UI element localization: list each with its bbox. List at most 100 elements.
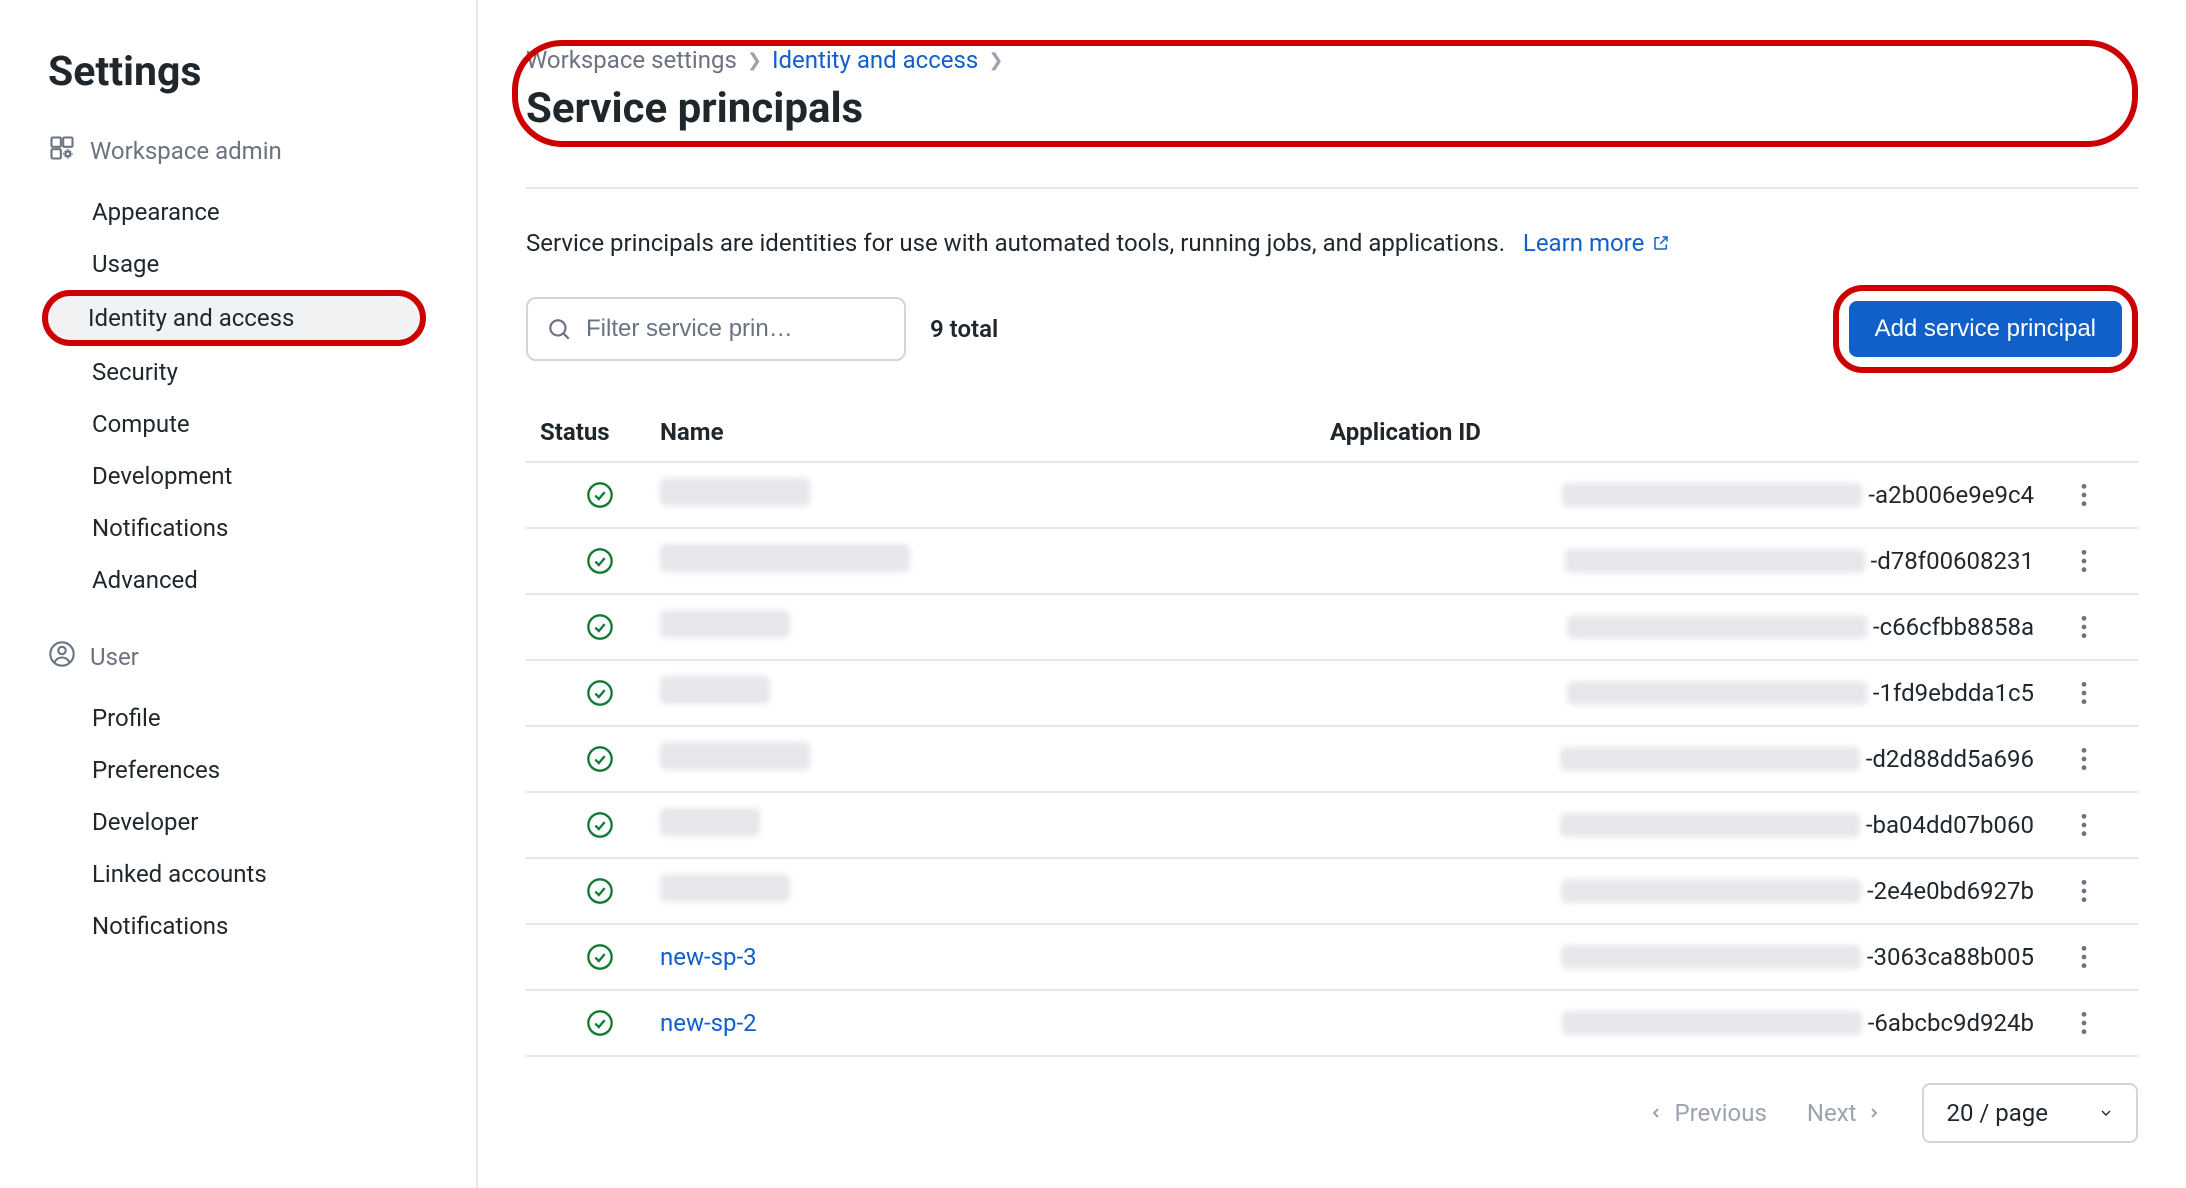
name-cell xyxy=(660,610,1330,644)
column-header-name[interactable]: Name xyxy=(660,418,1330,446)
table-header: Status Name Application ID xyxy=(526,403,2138,463)
divider xyxy=(526,187,2138,189)
name-cell xyxy=(660,874,1330,908)
appid-cell: -2e4e0bd6927b xyxy=(1330,877,2044,905)
sidebar-item-notifications[interactable]: Notifications xyxy=(48,900,446,952)
table-row: new-sp-2 -6abcbc9d924b xyxy=(526,991,2138,1057)
redacted-appid-prefix xyxy=(1561,945,1861,969)
filter-input[interactable] xyxy=(586,315,886,343)
pagination-prev-label: Previous xyxy=(1674,1099,1766,1127)
appid-cell: -3063ca88b005 xyxy=(1330,943,2044,971)
status-active-icon xyxy=(540,877,660,905)
service-principal-link[interactable]: new-sp-2 xyxy=(660,1009,757,1037)
description-text: Service principals are identities for us… xyxy=(526,229,1505,257)
appid-cell: -1fd9ebdda1c5 xyxy=(1330,679,2044,707)
sidebar-item-linked-accounts[interactable]: Linked accounts xyxy=(48,848,446,900)
table-row: -2e4e0bd6927b xyxy=(526,859,2138,925)
sidebar-section-header: User xyxy=(48,640,446,674)
row-actions-menu[interactable] xyxy=(2044,1010,2124,1036)
name-cell xyxy=(660,478,1330,512)
appid-cell: -d78f00608231 xyxy=(1330,547,2044,575)
table-row: -c66cfbb8858a xyxy=(526,595,2138,661)
add-service-principal-button[interactable]: Add service principal xyxy=(1849,301,2122,357)
table-row: -d78f00608231 xyxy=(526,529,2138,595)
sidebar-item-profile[interactable]: Profile xyxy=(48,692,446,744)
name-cell xyxy=(660,742,1330,776)
breadcrumb: Workspace settings ❯ Identity and access… xyxy=(526,46,2108,74)
row-actions-menu[interactable] xyxy=(2044,548,2124,574)
status-active-icon xyxy=(540,613,660,641)
page-title: Service principals xyxy=(526,84,2108,133)
table-row: new-sp-3 -3063ca88b005 xyxy=(526,925,2138,991)
settings-sidebar: Settings Workspace adminAppearanceUsageI… xyxy=(0,0,478,1188)
pagination: Previous Next 20 / page xyxy=(526,1083,2138,1143)
pagination-next-label: Next xyxy=(1807,1099,1857,1127)
name-cell xyxy=(660,676,1330,710)
page-header: Workspace settings ❯ Identity and access… xyxy=(512,40,2138,147)
service-principal-link[interactable]: new-sp-3 xyxy=(660,943,757,971)
row-actions-menu[interactable] xyxy=(2044,614,2124,640)
main-content: Workspace settings ❯ Identity and access… xyxy=(478,0,2186,1188)
filter-input-wrapper[interactable] xyxy=(526,297,906,361)
column-header-status[interactable]: Status xyxy=(540,418,660,446)
total-count-label: 9 total xyxy=(930,315,998,343)
breadcrumb-identity-access[interactable]: Identity and access xyxy=(772,46,978,74)
redacted-name xyxy=(660,676,770,704)
pagination-next[interactable]: Next xyxy=(1807,1099,1883,1127)
sidebar-item-compute[interactable]: Compute xyxy=(48,398,446,450)
status-active-icon xyxy=(540,1009,660,1037)
appid-suffix: -d2d88dd5a696 xyxy=(1866,745,2034,773)
row-actions-menu[interactable] xyxy=(2044,482,2124,508)
redacted-name xyxy=(660,742,810,770)
status-active-icon xyxy=(540,811,660,839)
pagination-previous[interactable]: Previous xyxy=(1648,1099,1766,1127)
external-link-icon xyxy=(1652,234,1670,252)
appid-suffix: -2e4e0bd6927b xyxy=(1867,877,2034,905)
sidebar-item-developer[interactable]: Developer xyxy=(48,796,446,848)
appid-cell: -d2d88dd5a696 xyxy=(1330,745,2044,773)
row-actions-menu[interactable] xyxy=(2044,746,2124,772)
sidebar-section-header: Workspace admin xyxy=(48,134,446,168)
sidebar-item-usage[interactable]: Usage xyxy=(48,238,446,290)
name-cell xyxy=(660,544,1330,578)
sidebar-section-label: User xyxy=(90,643,139,671)
sidebar-item-identity-and-access[interactable]: Identity and access xyxy=(42,290,426,346)
appid-cell: -6abcbc9d924b xyxy=(1330,1009,2044,1037)
appid-suffix: -c66cfbb8858a xyxy=(1873,613,2034,641)
status-active-icon xyxy=(540,745,660,773)
learn-more-link[interactable]: Learn more xyxy=(1523,229,1670,257)
breadcrumb-root[interactable]: Workspace settings xyxy=(526,46,737,74)
status-active-icon xyxy=(540,481,660,509)
row-actions-menu[interactable] xyxy=(2044,680,2124,706)
toolbar: 9 total Add service principal xyxy=(526,285,2138,373)
status-active-icon xyxy=(540,679,660,707)
row-actions-menu[interactable] xyxy=(2044,812,2124,838)
sidebar-item-appearance[interactable]: Appearance xyxy=(48,186,446,238)
sidebar-item-development[interactable]: Development xyxy=(48,450,446,502)
redacted-appid-prefix xyxy=(1562,483,1862,507)
sidebar-item-advanced[interactable]: Advanced xyxy=(48,554,446,606)
appid-suffix: -6abcbc9d924b xyxy=(1868,1009,2034,1037)
learn-more-label: Learn more xyxy=(1523,229,1644,257)
row-actions-menu[interactable] xyxy=(2044,944,2124,970)
redacted-name xyxy=(660,610,790,638)
table-row: -d2d88dd5a696 xyxy=(526,727,2138,793)
appid-cell: -c66cfbb8858a xyxy=(1330,613,2044,641)
redacted-appid-prefix xyxy=(1561,879,1861,903)
service-principals-table: Status Name Application ID -a2b006e9e9c4… xyxy=(526,403,2138,1057)
chevron-left-icon xyxy=(1648,1105,1664,1121)
status-active-icon xyxy=(540,547,660,575)
row-actions-menu[interactable] xyxy=(2044,878,2124,904)
sidebar-item-preferences[interactable]: Preferences xyxy=(48,744,446,796)
sidebar-item-notifications[interactable]: Notifications xyxy=(48,502,446,554)
page-size-select[interactable]: 20 / page xyxy=(1922,1083,2138,1143)
table-row: -ba04dd07b060 xyxy=(526,793,2138,859)
sidebar-item-security[interactable]: Security xyxy=(48,346,446,398)
column-header-appid[interactable]: Application ID xyxy=(1330,418,2044,446)
redacted-name xyxy=(660,874,790,902)
chevron-right-icon: ❯ xyxy=(988,50,1003,71)
table-row: -1fd9ebdda1c5 xyxy=(526,661,2138,727)
page-size-label: 20 / page xyxy=(1946,1099,2048,1127)
table-row: -a2b006e9e9c4 xyxy=(526,463,2138,529)
redacted-appid-prefix xyxy=(1560,813,1860,837)
